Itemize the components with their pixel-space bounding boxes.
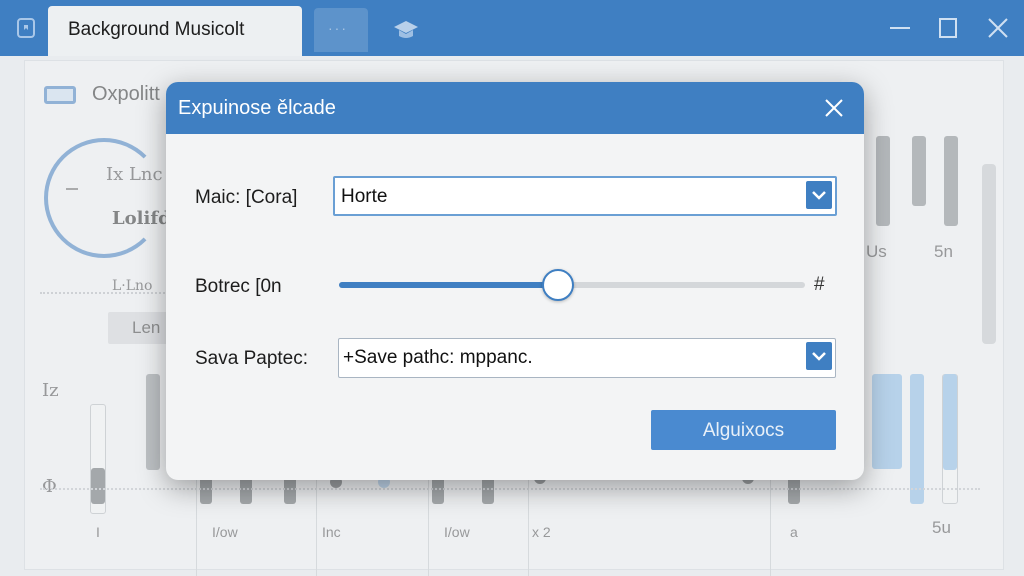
channel-separator (770, 476, 771, 576)
chevron-down-icon[interactable] (806, 181, 832, 209)
maximize-icon[interactable] (934, 14, 962, 42)
mic-select-value: Horte (341, 186, 388, 207)
channel-knob[interactable] (432, 476, 444, 504)
channel-separator (316, 476, 317, 576)
channel-knob[interactable] (788, 476, 800, 504)
settings-dialog: Expuinose ělcade Maic: [Cora] Horte Botr… (166, 82, 864, 480)
divider (40, 292, 180, 294)
fader[interactable] (944, 136, 958, 226)
slider-end-symbol: # (814, 274, 825, 295)
knob-tick (66, 188, 78, 190)
channel-label: a (790, 524, 798, 540)
save-path-label: Sava Paptec: (195, 348, 309, 369)
graduation-cap-icon[interactable] (392, 18, 420, 42)
channel-label: Inc (322, 524, 341, 540)
channel-label: I (96, 524, 100, 540)
title-bar: Background Musicolt ··· (0, 0, 1024, 56)
apply-button[interactable]: Alguixocs (651, 410, 836, 450)
tab-background-music[interactable]: Background Musicolt (48, 6, 302, 56)
slider-fill (339, 282, 558, 288)
tab-ghost[interactable]: ··· (314, 8, 368, 52)
channel-separator (196, 476, 197, 576)
save-path-select[interactable]: +Save pathc: mppanc. (338, 338, 836, 378)
apply-button-label: Alguixocs (702, 420, 785, 441)
channel-knob[interactable] (482, 476, 494, 504)
channel-label: I/ow (212, 524, 238, 540)
channel-divider (40, 488, 980, 490)
right-label-1: Us (866, 242, 887, 261)
save-path-value: +Save pathc: mppanc. (343, 347, 533, 368)
fader[interactable] (872, 374, 902, 469)
channel-knob[interactable] (200, 476, 212, 504)
fader-fill (91, 468, 105, 504)
mixer-header: Oxpolitt (92, 83, 160, 105)
mic-label: Maic: [Cora] (195, 187, 298, 208)
dialog-title: Expuinose ělcade (178, 97, 336, 119)
bg-button-label: Len (132, 318, 161, 337)
channel-knob[interactable] (240, 476, 252, 504)
channel-knob[interactable] (284, 476, 296, 504)
dash-text: L·Lno (112, 278, 153, 294)
fader[interactable] (912, 136, 926, 206)
fader[interactable] (910, 374, 924, 504)
dialog-title-bar: Expuinose ělcade (166, 82, 864, 134)
minimize-icon[interactable] (886, 14, 914, 42)
channel-separator (528, 476, 529, 576)
mic-select[interactable]: Horte (333, 176, 837, 216)
slider-label: Botrec [0n (195, 276, 282, 297)
monitor-icon (44, 86, 76, 104)
scrollbar[interactable] (982, 164, 996, 344)
slider-thumb[interactable] (542, 269, 574, 301)
knob-top-text: Ix Lnc (106, 164, 163, 185)
fader[interactable] (146, 374, 160, 470)
knob-bottom-text: Lolifd (112, 208, 171, 229)
chevron-down-icon[interactable] (806, 342, 832, 370)
fader-fill (943, 374, 957, 470)
left-mark-1: Iz (42, 380, 59, 401)
close-icon[interactable] (822, 96, 846, 120)
fader[interactable] (876, 136, 890, 226)
tab-title: Background Musicolt (68, 19, 245, 40)
channel-label: I/ow (444, 524, 470, 540)
tab-ghost-label: ··· (328, 20, 348, 36)
app-icon (17, 18, 35, 38)
master-knob[interactable] (44, 138, 164, 258)
close-icon[interactable] (984, 14, 1012, 42)
right-label-2: 5n (934, 242, 953, 261)
left-mark-2: Φ (42, 476, 57, 497)
channel-label: x 2 (532, 524, 551, 540)
bg-button[interactable]: Len (108, 312, 170, 344)
channel-label: 5u (932, 518, 951, 537)
channel-separator (428, 476, 429, 576)
